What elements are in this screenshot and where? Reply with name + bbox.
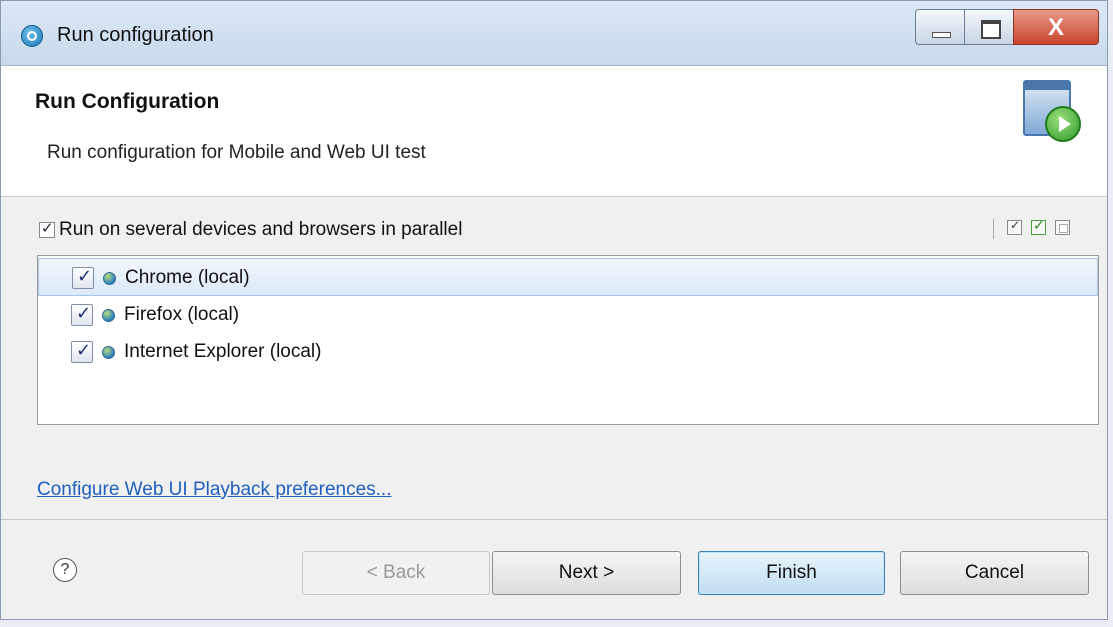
back-button[interactable]: < Back [302,551,490,595]
close-icon: X [1047,14,1064,41]
browser-checkbox[interactable] [71,340,93,363]
globe-icon [102,346,115,359]
deselect-all-icon[interactable] [1055,220,1070,235]
browser-checkbox[interactable] [72,266,94,289]
title-bar[interactable]: Run configuration X [1,1,1107,66]
globe-icon [103,272,116,285]
toolbar-separator [993,219,994,239]
globe-icon [102,309,115,322]
page-description: Run configuration for Mobile and Web UI … [47,142,426,163]
finish-button[interactable]: Finish [698,551,885,595]
preferences-link[interactable]: Configure Web UI Playback preferences... [37,479,392,501]
maximize-icon [981,20,1001,39]
minimize-icon [932,32,951,38]
parallel-option[interactable]: Run on several devices and browsers in p… [39,219,462,243]
run-configuration-dialog: Run configuration X Run Configuration Ru… [0,0,1108,620]
parallel-checkbox[interactable] [39,219,55,238]
window-title: Run configuration [57,24,214,46]
wizard-header: Run Configuration Run configuration for … [1,66,1107,197]
list-item-chrome[interactable]: Chrome (local) [38,258,1098,296]
browser-list[interactable]: Chrome (local) Firefox (local) Internet … [37,255,1099,425]
minimize-button[interactable] [915,9,965,45]
footer-divider [1,519,1107,520]
maximize-button[interactable] [964,9,1014,45]
page-title: Run Configuration [35,90,220,113]
close-button[interactable]: X [1013,9,1099,45]
browser-label: Firefox (local) [124,304,240,325]
help-icon[interactable]: ? [53,558,77,582]
browser-checkbox[interactable] [71,303,93,326]
cancel-button[interactable]: Cancel [900,551,1089,595]
play-icon [1045,106,1081,142]
select-all-icon[interactable] [1007,218,1022,235]
list-item-firefox[interactable]: Firefox (local) [38,296,1098,334]
check-all-icon[interactable] [1031,217,1046,235]
parallel-label: Run on several devices and browsers in p… [59,219,463,240]
app-icon [21,25,43,47]
browser-label: Internet Explorer (local) [124,341,322,362]
next-button[interactable]: Next > [492,551,681,595]
browser-label: Chrome (local) [125,267,250,288]
list-item-internet-explorer[interactable]: Internet Explorer (local) [38,333,1098,371]
